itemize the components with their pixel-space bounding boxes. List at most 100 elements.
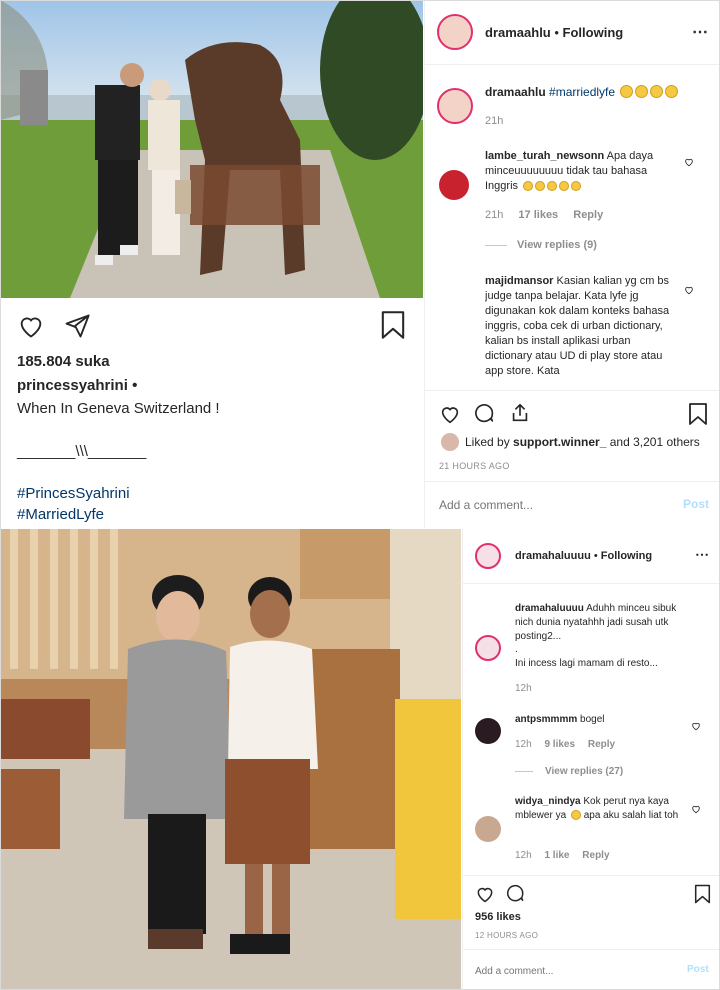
post2-caption: dramahaluuuu Aduhh minceu sibuk nich dun… (515, 602, 695, 644)
liked-by-suffix[interactable]: and 3,201 others (610, 435, 700, 449)
post1-time-ago: 21 HOURS AGO (439, 461, 510, 471)
post2-header-text: dramahaluuuu • Following (515, 550, 653, 562)
more-icon[interactable]: ⋯ (695, 546, 709, 563)
emoji-icon (547, 181, 558, 191)
left-post-user[interactable]: princessyahrini (17, 377, 128, 394)
post2-caption-time: 12h (515, 683, 532, 694)
comment-avatar[interactable] (475, 718, 501, 744)
emoji-icon (635, 85, 649, 98)
divider (425, 64, 720, 65)
comment-time: 12h (515, 739, 532, 750)
post2-caption-dot: . (515, 644, 518, 655)
comment-like-icon[interactable] (684, 154, 694, 172)
comment-likes[interactable]: 17 likes (518, 209, 558, 221)
view-replies-label: View replies (27) (545, 766, 624, 777)
left-post-info: 185.804 suka princessyahrini • When In G… (0, 298, 423, 530)
emoji-icon (535, 181, 546, 191)
heart-icon[interactable] (475, 884, 495, 904)
comment-like-icon[interactable] (684, 282, 694, 300)
comment-user[interactable]: lambe_turah_newsonn (485, 150, 604, 162)
share-icon[interactable] (509, 402, 531, 424)
post2-account-name[interactable]: dramahaluuuu (515, 550, 591, 562)
post2-avatar[interactable] (475, 543, 501, 569)
comment-time: 21h (485, 209, 504, 221)
post-button[interactable]: Post (683, 497, 709, 511)
post2-panel: dramahaluuuu • Following ⋯ dramahaluuuu … (462, 529, 720, 990)
comment-reply-button[interactable]: Reply (573, 209, 603, 221)
liked-by-text: Liked by support.winner_ and 3,201 other… (465, 435, 700, 449)
emoji-icon (570, 810, 581, 820)
bookmark-icon[interactable] (694, 884, 711, 904)
divider (425, 481, 720, 482)
left-post-dot: • (132, 377, 138, 394)
post1-following-button[interactable]: Following (563, 25, 624, 40)
add-comment-input[interactable] (437, 493, 661, 517)
divider (463, 875, 720, 876)
emoji-icon (620, 85, 634, 98)
comment-meta: 12h 9 likes Reply (515, 739, 615, 750)
left-post-hashtag[interactable]: #MarriedLyfe (17, 506, 104, 523)
comment-like-icon[interactable] (691, 801, 701, 819)
comment-reply-button[interactable]: Reply (588, 739, 615, 750)
post1-caption-user[interactable]: dramaahlu (485, 85, 546, 99)
view-replies-button[interactable]: View replies (27) (515, 766, 623, 777)
post1-header-text: dramaahlu • Following (485, 25, 624, 40)
post2-caption-user[interactable]: dramahaluuuu (515, 603, 584, 614)
comment-item: majidmansor Kasian kalian yg cm bs judge… (485, 274, 680, 384)
divider (425, 390, 720, 391)
comment-text: Kasian kalian yg cm bs judge tanpa belaj… (485, 275, 670, 377)
share-icon[interactable] (63, 312, 91, 340)
comment-avatar[interactable] (475, 816, 501, 842)
comment-like-icon[interactable] (691, 718, 701, 736)
comment-time: 12h (515, 850, 532, 861)
comment-likes[interactable]: 1 like (544, 850, 569, 861)
post1-panel: dramaahlu • Following ⋯ dramaahlu #marri… (424, 0, 720, 528)
add-comment-input[interactable] (473, 960, 657, 982)
comment-item: lambe_turah_newsonn Apa daya minceuuuuuu… (485, 149, 680, 194)
post1-caption-hashtag[interactable]: #marriedlyfe (549, 85, 615, 99)
liked-by-prefix: Liked by (465, 435, 510, 449)
comment-meta: 12h 1 like Reply (515, 850, 610, 861)
left-post-separator: _______\\\_______ (17, 443, 147, 460)
emoji-icon (571, 181, 582, 191)
post-button[interactable]: Post (687, 964, 709, 975)
liked-by-user[interactable]: support.winner_ (513, 435, 606, 449)
post1-caption: dramaahlu #marriedlyfe (485, 84, 679, 100)
comment-user[interactable]: widya_nindya (515, 796, 581, 807)
heart-icon[interactable] (16, 312, 46, 340)
divider (463, 949, 720, 950)
post1-caption-avatar[interactable] (437, 88, 473, 124)
comment-likes[interactable]: 9 likes (544, 739, 575, 750)
heart-icon[interactable] (439, 403, 461, 425)
comment-user[interactable]: majidmansor (485, 275, 553, 287)
emoji-icon (650, 85, 664, 98)
post1-account-name[interactable]: dramaahlu (485, 25, 551, 40)
comment-reply-button[interactable]: Reply (582, 850, 609, 861)
post2-likes[interactable]: 956 likes (475, 911, 521, 923)
comment-item: widya_nindya Kok perut nya kaya mblewer … (515, 795, 691, 823)
comment-icon[interactable] (506, 884, 526, 904)
view-replies-label: View replies (9) (517, 239, 597, 251)
view-replies-button[interactable]: View replies (9) (485, 239, 597, 251)
post1-caption-time: 21h (485, 115, 504, 127)
comment-icon[interactable] (474, 403, 496, 425)
left-post-caption: When In Geneva Switzerland ! (17, 400, 220, 417)
liked-by-avatar[interactable] (441, 433, 459, 451)
left-post-likes[interactable]: 185.804 suka (17, 353, 110, 370)
post1-avatar[interactable] (437, 14, 473, 50)
left-post-user-line: princessyahrini • (17, 377, 137, 394)
bookmark-icon[interactable] (688, 403, 708, 425)
post2-time-ago: 12 HOURS AGO (475, 931, 539, 940)
more-icon[interactable]: ⋯ (692, 22, 709, 42)
post2-following-button[interactable]: Following (601, 550, 652, 562)
bookmark-icon[interactable] (380, 311, 406, 339)
left-post-hashtag[interactable]: #PrincesSyahrini (17, 485, 130, 502)
divider (463, 583, 720, 584)
comment-user[interactable]: antpsmmmm (515, 714, 577, 725)
emoji-icon (665, 85, 679, 98)
post2-caption-avatar[interactable] (475, 635, 501, 661)
emoji-icon (559, 181, 570, 191)
emoji-icon (523, 181, 534, 191)
comment-text: bogel (580, 714, 605, 725)
comment-avatar[interactable] (439, 170, 469, 200)
